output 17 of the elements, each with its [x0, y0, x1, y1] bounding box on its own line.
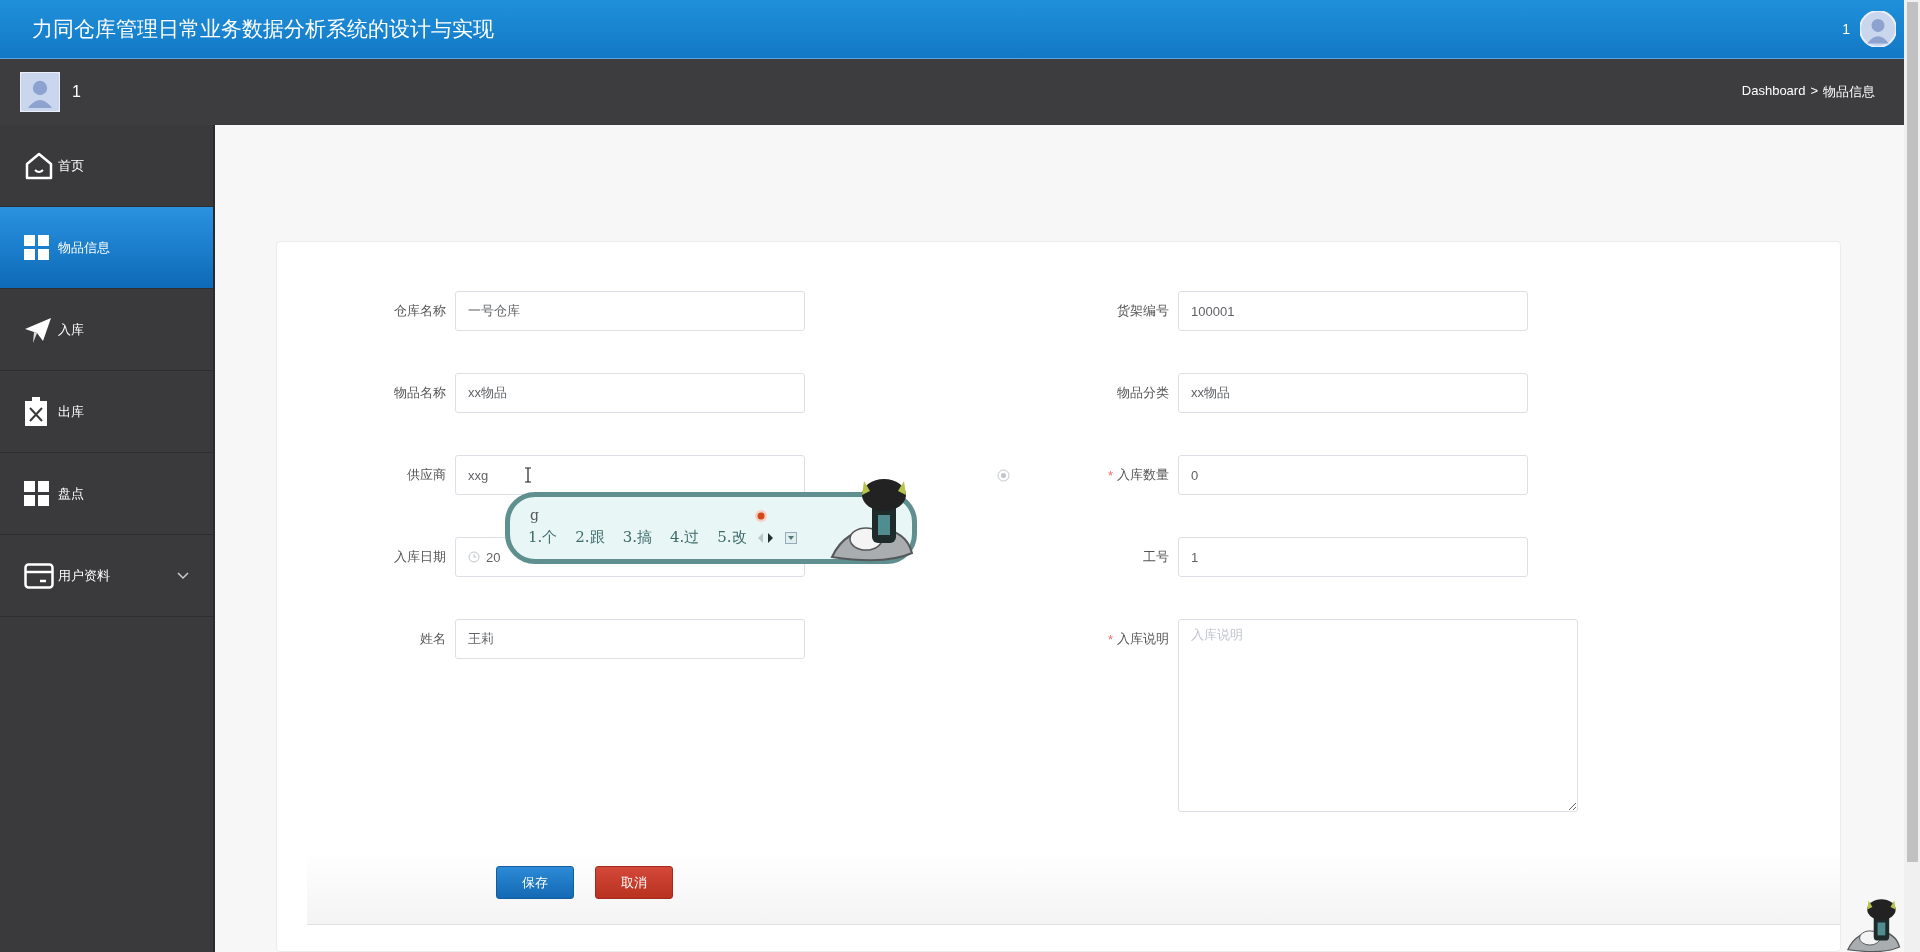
field-label: 仓库名称: [394, 302, 446, 320]
field-label: 工号: [1143, 548, 1169, 566]
field-label: 姓名: [420, 630, 446, 648]
app-title: 力同仓库管理日常业务数据分析系统的设计与实现: [32, 16, 494, 42]
field-label: 供应商: [407, 466, 446, 484]
required-mark: *: [1107, 467, 1113, 483]
field-label: 入库说明: [1117, 630, 1169, 648]
field-label: 货架编号: [1117, 302, 1169, 320]
breadcrumb-item: 物品信息: [1823, 83, 1875, 101]
field-label: 物品分类: [1117, 384, 1169, 402]
field-label: 入库数量: [1117, 466, 1169, 484]
user-name: 1: [72, 83, 81, 101]
composition-text: g: [530, 507, 539, 523]
required-mark: *: [1107, 631, 1113, 647]
breadcrumb-separator: >: [1810, 83, 1818, 100]
field-label: 入库日期: [394, 548, 446, 566]
field-label: 物品名称: [394, 384, 446, 402]
